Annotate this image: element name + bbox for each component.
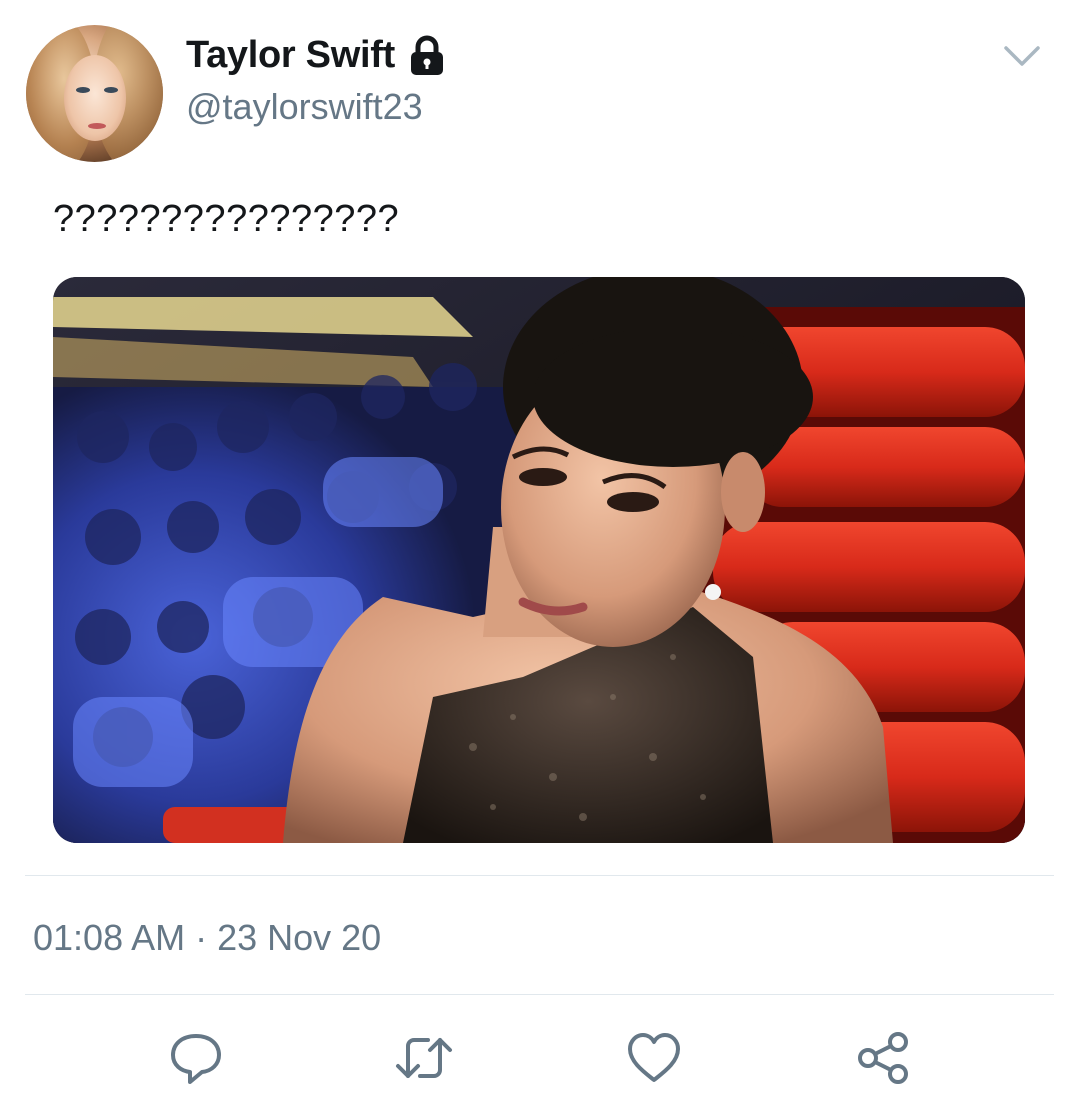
divider <box>25 994 1054 995</box>
author-name-row: Taylor Swift <box>186 33 445 77</box>
tweet-photo[interactable] <box>53 277 1025 843</box>
avatar[interactable] <box>26 25 163 162</box>
like-icon[interactable] <box>624 1028 684 1088</box>
share-icon[interactable] <box>854 1028 914 1088</box>
action-bar <box>0 1028 1080 1088</box>
display-name[interactable]: Taylor Swift <box>186 34 395 77</box>
author-handle[interactable]: @taylorswift23 <box>186 86 423 128</box>
retweet-icon[interactable] <box>394 1028 454 1088</box>
tweet-text: ???????????????? <box>53 198 400 240</box>
chevron-down-icon[interactable] <box>1002 42 1042 70</box>
reply-icon[interactable] <box>166 1028 226 1088</box>
tweet-timestamp[interactable]: 01:08 AM · 23 Nov 20 <box>33 917 381 959</box>
divider <box>25 875 1054 876</box>
lock-icon <box>409 35 445 77</box>
